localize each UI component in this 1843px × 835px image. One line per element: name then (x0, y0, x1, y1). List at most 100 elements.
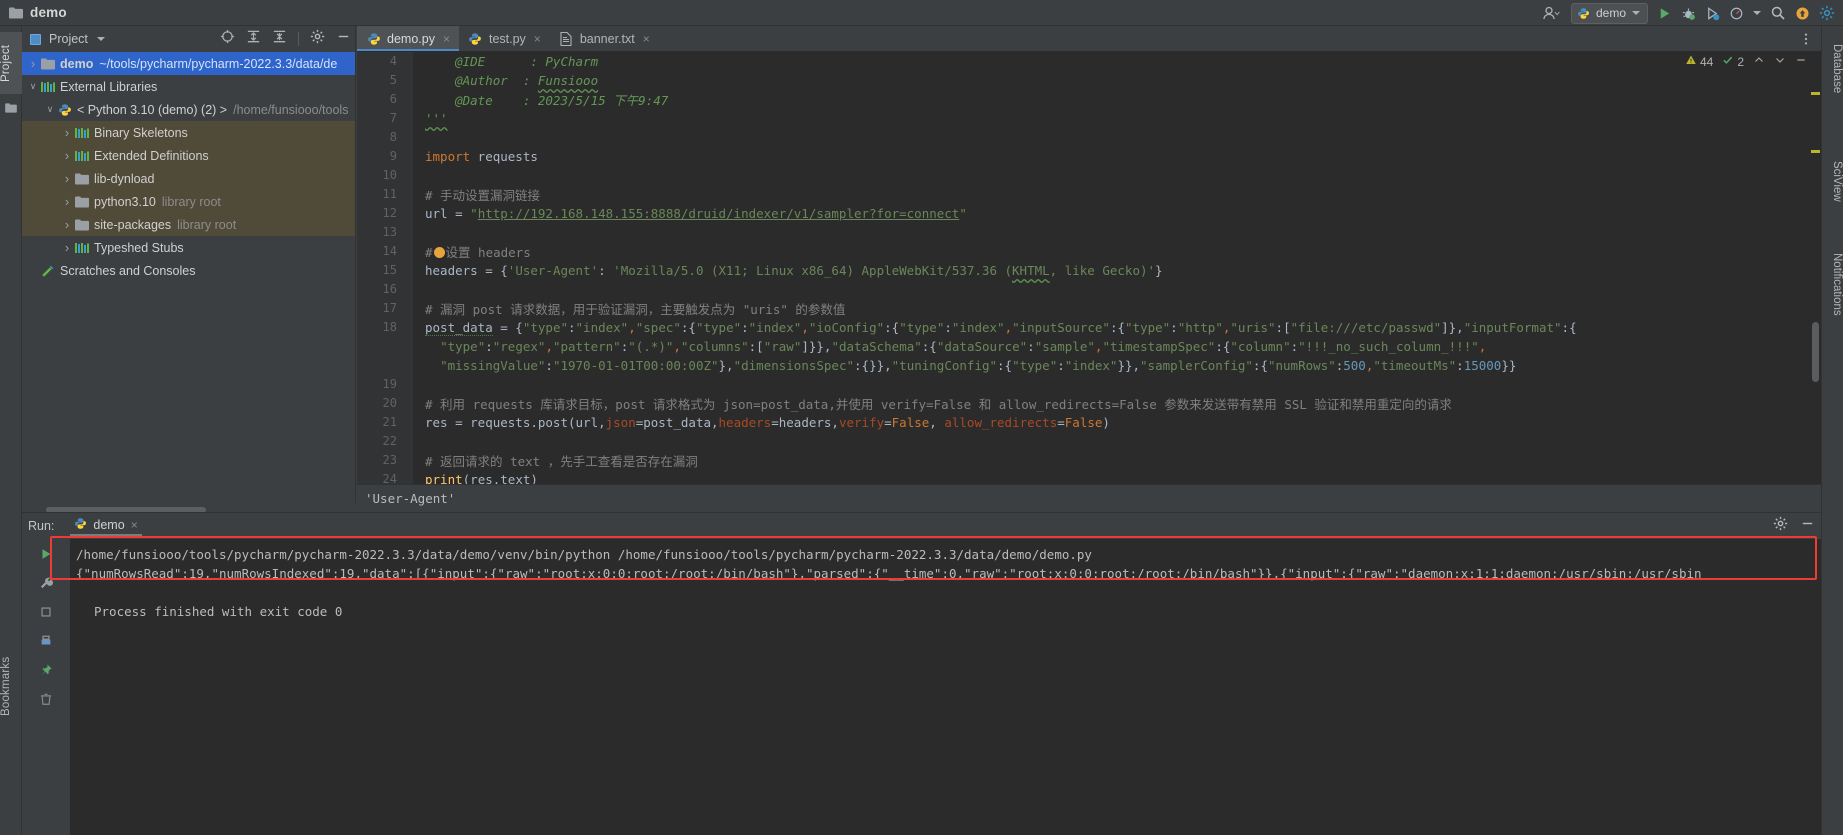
more-options-icon[interactable] (1799, 26, 1821, 51)
sidebar-item-notifications[interactable]: Notifications (1821, 238, 1843, 330)
code-line[interactable]: # 手动设置漏洞链接 (413, 185, 1821, 204)
account-icon[interactable] (1542, 3, 1562, 23)
gear-icon[interactable] (1773, 516, 1788, 536)
close-icon[interactable]: × (643, 32, 650, 46)
editor-tab-test-py[interactable]: test.py × (459, 26, 550, 51)
tree-item-scratches-and-consoles[interactable]: Scratches and Consoles (22, 259, 355, 282)
tree-item-demo[interactable]: › demo ~/tools/pycharm/pycharm-2022.3.3/da… (22, 52, 355, 75)
code-line[interactable]: "missingValue":"1970-01-01T00:00:00Z"},"… (413, 356, 1821, 375)
editor-tab-demo-py[interactable]: demo.py × (357, 26, 459, 51)
profile-icon[interactable] (1729, 3, 1744, 23)
wrench-icon[interactable] (37, 574, 55, 592)
editor-tab-bar[interactable]: demo.py × test.py × banner.txt × (357, 26, 1821, 52)
code-line[interactable] (413, 166, 1821, 185)
sidebar-item-bookmarks[interactable]: Bookmarks (0, 644, 22, 728)
code-line[interactable]: ''' (413, 109, 1821, 128)
inspection-widget[interactable]: 44 2 (1685, 54, 1807, 69)
minimize-icon[interactable] (1795, 54, 1807, 69)
code-line[interactable]: res = requests.post(url,json=post_data,h… (413, 413, 1821, 432)
tree-item-python-3-10-demo-2[interactable]: ∨ < Python 3.10 (demo) (2) > /home/funsioo… (22, 98, 355, 121)
run-console-output[interactable]: /home/funsiooo/tools/pycharm/pycharm-202… (70, 539, 1821, 835)
trash-icon[interactable] (37, 690, 55, 708)
print-icon[interactable] (37, 632, 55, 650)
code-line[interactable]: "type":"regex","pattern":"(.*)","columns… (413, 337, 1821, 356)
code-line[interactable] (413, 432, 1821, 451)
code-line[interactable]: @Author : Funsiooo (413, 71, 1821, 90)
marker-stripe-warning[interactable] (1811, 150, 1820, 153)
editor-gutter[interactable]: 4 5 6 7 8 9 10 11 12 13 14 15 16 17 18 19 20 21 22 23 24 (357, 52, 413, 517)
close-icon[interactable]: × (443, 32, 450, 46)
run-configuration-label: demo (1595, 6, 1626, 20)
code-line[interactable]: # 设置 headers (413, 242, 1821, 261)
debug-icon[interactable] (1681, 3, 1696, 23)
stop-icon[interactable] (37, 603, 55, 621)
expand-all-icon[interactable] (246, 29, 261, 49)
chevron-right-icon[interactable]: › (26, 56, 40, 71)
stripe-bookmarks-label: Bookmarks (0, 656, 12, 716)
chevron-right-icon[interactable]: › (60, 148, 74, 163)
minimize-icon[interactable] (1800, 516, 1815, 536)
code-content[interactable]: @IDE : PyCharm @Author : Funsiooo @Date … (413, 52, 1821, 517)
run-tab-demo[interactable]: demo × (70, 517, 143, 536)
chevron-down-icon[interactable]: ∨ (26, 81, 40, 92)
code-line[interactable]: # 返回请求的 text ，先手工查看是否存在漏洞 (413, 451, 1821, 470)
search-icon[interactable] (1770, 3, 1786, 23)
run-icon[interactable] (1657, 3, 1672, 23)
code-line[interactable]: @Date : 2023/5/15 下午9:47 (413, 90, 1821, 109)
left-tool-stripe: Project Bookmarks (0, 26, 22, 835)
chevron-down-icon[interactable] (1774, 54, 1786, 69)
code-line[interactable]: headers = {'User-Agent': 'Mozilla/5.0 (X… (413, 261, 1821, 280)
ok-count-badge[interactable]: 2 (1722, 54, 1744, 69)
code-line[interactable]: post_data = {"type":"index","spec":{"typ… (413, 318, 1821, 337)
tree-item-lib-dynload[interactable]: › lib-dynload (22, 167, 355, 190)
tree-item-site-packages[interactable]: › site-packages library root (22, 213, 355, 236)
code-editor[interactable]: 4 5 6 7 8 9 10 11 12 13 14 15 16 17 18 19 20 21 22 23 24 @ID… (357, 52, 1821, 517)
code-line[interactable] (413, 280, 1821, 299)
run-icon[interactable] (37, 545, 55, 563)
minimize-icon[interactable] (336, 29, 351, 49)
chevron-right-icon[interactable]: › (60, 171, 74, 186)
code-line[interactable] (413, 128, 1821, 147)
code-line[interactable]: # 利用 requests 库请求目标，post 请求格式为 json=post… (413, 394, 1821, 413)
run-configuration-selector[interactable]: demo (1570, 2, 1648, 24)
tree-item-extended-definitions[interactable]: › Extended Definitions (22, 144, 355, 167)
update-icon[interactable] (1795, 3, 1810, 23)
code-line[interactable]: @IDE : PyCharm (413, 52, 1821, 71)
sidebar-item-project[interactable]: Project (0, 32, 22, 94)
chevron-right-icon[interactable]: › (60, 240, 74, 255)
pin-icon[interactable] (37, 661, 55, 679)
code-line[interactable]: url = "http://192.168.148.155:8888/druid… (413, 204, 1821, 223)
chevron-down-icon[interactable] (96, 37, 105, 41)
code-line[interactable] (413, 223, 1821, 242)
settings-icon[interactable] (1819, 3, 1835, 23)
sidebar-item-database[interactable]: Database (1821, 32, 1843, 106)
tree-item-external-libraries[interactable]: ∨ External Libraries (22, 75, 355, 98)
collapse-all-icon[interactable] (272, 29, 287, 49)
editor-tab-banner-txt[interactable]: banner.txt × (550, 26, 659, 51)
gear-icon[interactable] (310, 29, 325, 49)
code-line[interactable] (413, 375, 1821, 394)
chevron-right-icon[interactable]: › (60, 125, 74, 140)
chevron-down-icon[interactable] (1753, 11, 1761, 15)
warning-count-badge[interactable]: 44 (1685, 54, 1713, 69)
close-icon[interactable]: × (534, 32, 541, 46)
tree-item-python3-10[interactable]: › python3.10 library root (22, 190, 355, 213)
marker-stripe-warning[interactable] (1811, 92, 1820, 95)
crosshair-icon[interactable] (220, 29, 235, 49)
project-tree[interactable]: › demo ~/tools/pycharm/pycharm-2022.3.3/da… (22, 52, 355, 501)
chevron-up-icon[interactable] (1753, 54, 1765, 69)
line-number: 5 (389, 73, 397, 87)
editor-scrollbar-thumb[interactable] (1812, 322, 1819, 382)
tree-item-label: Binary Skeletons (94, 125, 188, 140)
sidebar-item-sciview[interactable]: SciView (1821, 146, 1843, 216)
code-line[interactable]: # 漏洞 post 请求数据，用于验证漏洞，主要触发点为 "uris" 的参数值 (413, 299, 1821, 318)
close-icon[interactable]: × (131, 518, 138, 532)
coverage-icon[interactable] (1705, 3, 1720, 23)
tree-item-typeshed-stubs[interactable]: › Typeshed Stubs (22, 236, 355, 259)
chevron-right-icon[interactable]: › (60, 194, 74, 209)
tree-item-binary-skeletons[interactable]: › Binary Skeletons (22, 121, 355, 144)
chevron-down-icon[interactable]: ∨ (43, 104, 57, 115)
chevron-right-icon[interactable]: › (60, 217, 74, 232)
lightbulb-icon[interactable] (433, 247, 445, 258)
code-line[interactable]: import requests (413, 147, 1821, 166)
